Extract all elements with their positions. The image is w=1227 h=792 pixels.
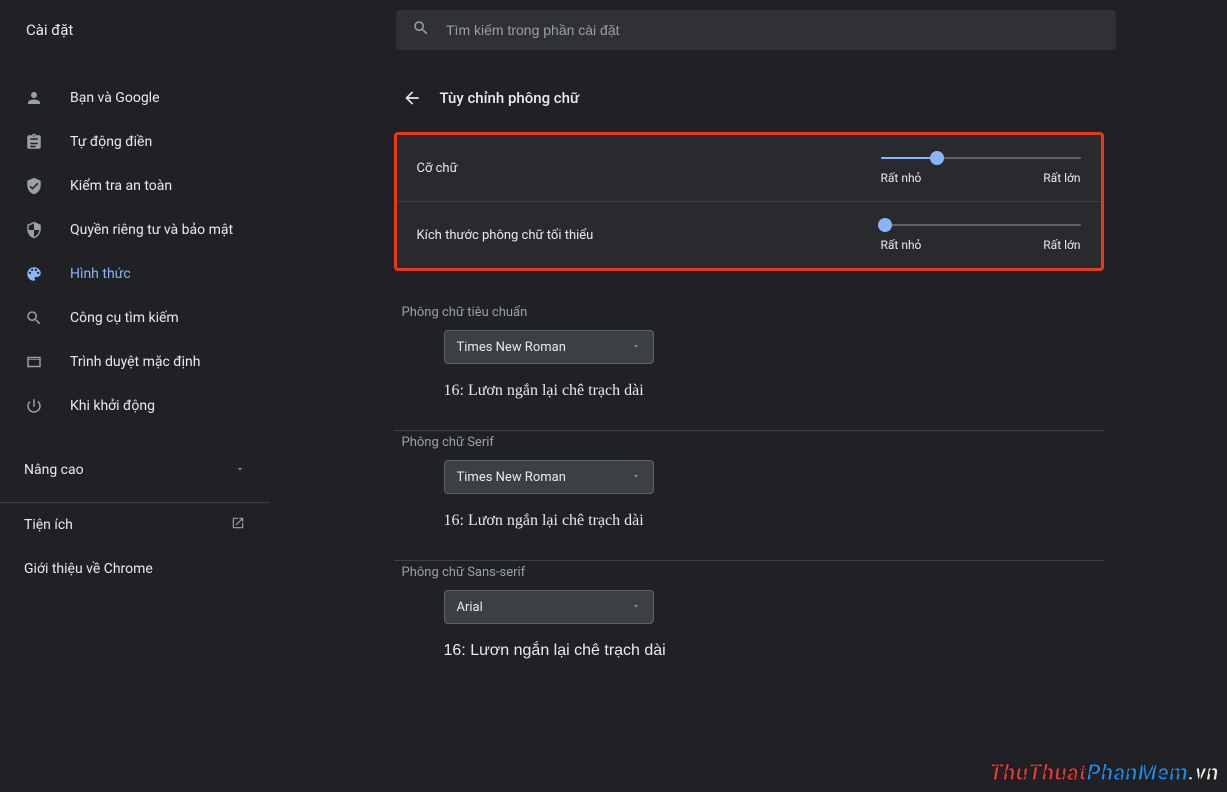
serif-font-title: Phông chữ Serif <box>394 435 1104 460</box>
search-icon <box>412 19 430 41</box>
back-button[interactable] <box>402 88 422 108</box>
min-font-size-slider[interactable] <box>881 218 1081 232</box>
serif-font-preview: 16: Lươn ngắn lại chê trạch dài <box>444 512 1104 530</box>
sidebar-about-label: Giới thiệu về Chrome <box>24 561 153 577</box>
sidebar-extensions[interactable]: Tiện ích <box>0 503 269 547</box>
sidebar-item-startup[interactable]: Khi khởi động <box>0 384 269 428</box>
sans-font-title: Phông chữ Sans-serif <box>394 565 1104 590</box>
chevron-down-icon <box>631 340 641 355</box>
chevron-down-icon <box>631 600 641 615</box>
font-size-label: Cỡ chữ <box>417 161 458 176</box>
power-icon <box>24 396 44 416</box>
sidebar-about[interactable]: Giới thiệu về Chrome <box>0 547 269 591</box>
shield-icon <box>24 220 44 240</box>
page-title: Tùy chỉnh phông chữ <box>440 89 580 107</box>
slider-max-label: Rất lớn <box>1043 171 1080 185</box>
sidebar-item-label: Công cụ tìm kiếm <box>70 310 179 326</box>
sidebar-item-label: Tự động điền <box>70 134 152 150</box>
sidebar-item-safety[interactable]: Kiểm tra an toàn <box>0 164 269 208</box>
app-title: Cài đặt <box>16 21 356 39</box>
sidebar-extensions-label: Tiện ích <box>24 517 73 533</box>
dropdown-value: Times New Roman <box>457 340 566 355</box>
palette-icon <box>24 264 44 284</box>
sans-font-dropdown[interactable]: Arial <box>444 590 654 624</box>
sans-font-preview: 16: Lươn ngắn lại chê trạch dài <box>444 642 1104 660</box>
slider-min-label: Rất nhỏ <box>881 171 922 185</box>
sidebar-item-default-browser[interactable]: Trình duyệt mặc định <box>0 340 269 384</box>
sidebar-item-autofill[interactable]: Tự động điền <box>0 120 269 164</box>
magnifier-icon <box>24 308 44 328</box>
clipboard-icon <box>24 132 44 152</box>
standard-font-block: Phông chữ tiêu chuẩn Times New Roman 16:… <box>394 301 1104 424</box>
sidebar-item-search-engine[interactable]: Công cụ tìm kiếm <box>0 296 269 340</box>
search-field[interactable] <box>396 10 1116 50</box>
slider-min-label: Rất nhỏ <box>881 238 922 252</box>
sidebar-item-privacy[interactable]: Quyền riêng tư và bảo mật <box>0 208 269 252</box>
serif-font-dropdown[interactable]: Times New Roman <box>444 460 654 494</box>
sidebar-item-label: Bạn và Google <box>70 90 160 106</box>
sidebar-item-label: Hình thức <box>70 266 131 282</box>
serif-font-block: Phông chữ Serif Times New Roman 16: Lươn… <box>394 430 1104 554</box>
browser-icon <box>24 352 44 372</box>
shield-check-icon <box>24 176 44 196</box>
slider-thumb[interactable] <box>930 151 944 165</box>
external-link-icon <box>231 516 245 534</box>
dropdown-value: Times New Roman <box>457 470 566 485</box>
sidebar-advanced-label: Nâng cao <box>24 462 84 478</box>
sidebar-item-label: Kiểm tra an toàn <box>70 178 172 194</box>
chevron-down-icon <box>235 462 245 478</box>
sans-font-block: Phông chữ Sans-serif Arial 16: Lươn ngắn… <box>394 560 1104 684</box>
font-size-slider[interactable] <box>881 151 1081 165</box>
sidebar: Bạn và Google Tự động điền Kiểm tra an t… <box>0 60 270 792</box>
min-font-size-row: Kích thước phông chữ tối thiểu Rất nhỏ R… <box>397 202 1101 268</box>
standard-font-title: Phông chữ tiêu chuẩn <box>394 305 1104 330</box>
font-size-row: Cỡ chữ Rất nhỏ Rất lớn <box>397 135 1101 202</box>
standard-font-dropdown[interactable]: Times New Roman <box>444 330 654 364</box>
slider-card: Cỡ chữ Rất nhỏ Rất lớn <box>394 132 1104 271</box>
sidebar-item-label: Khi khởi động <box>70 398 155 414</box>
sidebar-item-you-and-google[interactable]: Bạn và Google <box>0 76 269 120</box>
chevron-down-icon <box>631 470 641 485</box>
main-content: Tùy chỉnh phông chữ Cỡ chữ Rất nh <box>270 60 1227 792</box>
standard-font-preview: 16: Lươn ngắn lại chê trạch dài <box>444 382 1104 400</box>
sidebar-advanced[interactable]: Nâng cao <box>0 448 269 492</box>
sidebar-item-appearance[interactable]: Hình thức <box>0 252 269 296</box>
dropdown-value: Arial <box>457 600 483 615</box>
sidebar-item-label: Trình duyệt mặc định <box>70 354 201 370</box>
slider-thumb[interactable] <box>878 218 892 232</box>
min-font-size-label: Kích thước phông chữ tối thiểu <box>417 228 594 243</box>
slider-max-label: Rất lớn <box>1043 238 1080 252</box>
sidebar-item-label: Quyền riêng tư và bảo mật <box>70 222 233 238</box>
search-input[interactable] <box>446 22 1100 38</box>
person-icon <box>24 88 44 108</box>
